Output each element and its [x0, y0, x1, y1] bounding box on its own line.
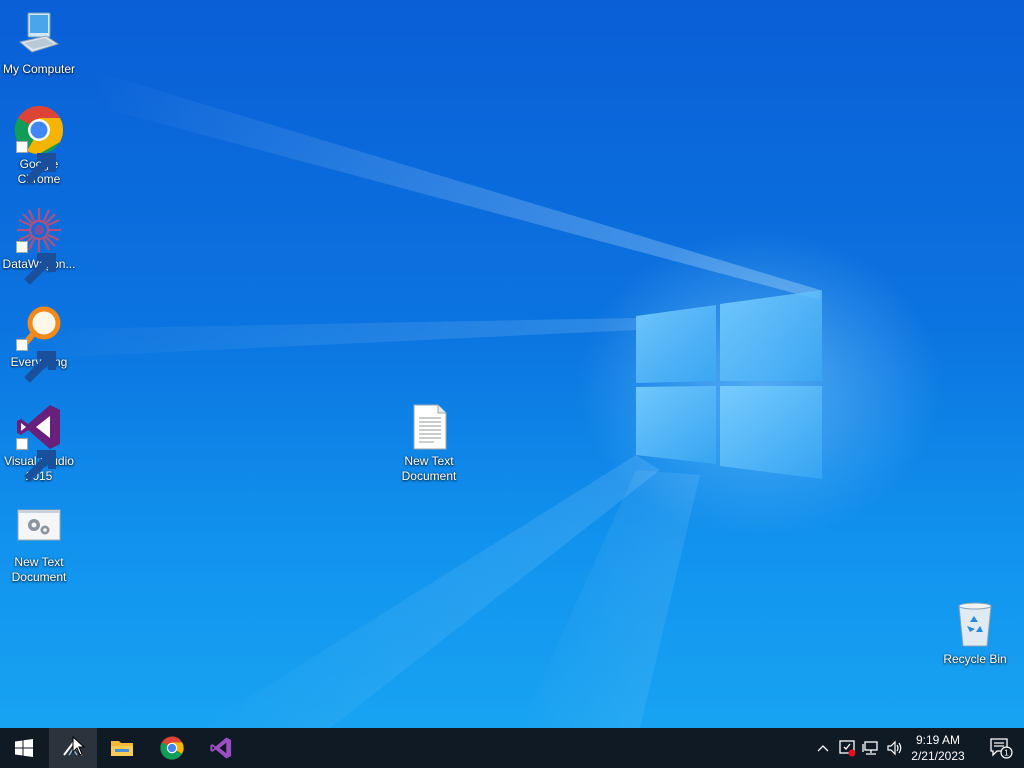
notification-icon: 1 [990, 738, 1013, 759]
mouse-cursor-icon [72, 736, 86, 756]
network-icon [862, 741, 878, 755]
desktop-icon-everything[interactable]: Everything [0, 303, 78, 383]
action-center-button[interactable]: 1 [978, 728, 1024, 768]
visual-studio-icon [14, 402, 64, 482]
everything-search-icon [14, 303, 64, 383]
desktop[interactable]: My Computer Google Chrome DataWagon... E… [0, 0, 1024, 728]
desktop-icon-new-text-document-2[interactable]: New Text Document [390, 402, 468, 484]
settings-file-icon [14, 503, 64, 553]
desktop-icon-label: New Text Document [11, 555, 67, 584]
desktop-icon-my-computer[interactable]: My Computer [0, 10, 78, 77]
notification-count: 1 [1004, 749, 1009, 758]
tray-volume[interactable] [885, 738, 905, 758]
desktop-icon-google-chrome[interactable]: Google Chrome [0, 105, 78, 187]
chrome-icon [14, 105, 64, 185]
desktop-icon-label: Recycle Bin [943, 652, 1007, 666]
shortcut-arrow-icon [16, 438, 56, 482]
text-document-icon [404, 402, 454, 452]
start-button[interactable] [0, 728, 48, 768]
desktop-icon-label: New Text Document [401, 454, 457, 483]
shortcut-arrow-icon [16, 141, 56, 185]
chrome-icon [160, 736, 184, 760]
shortcut-arrow-icon [16, 339, 56, 383]
folder-icon [111, 741, 133, 756]
wallpaper-windows-logo [0, 70, 822, 728]
taskbar-file-explorer[interactable] [98, 728, 146, 768]
computer-icon [14, 10, 64, 60]
tray-network[interactable] [861, 738, 881, 758]
recycle-bin-icon [950, 600, 1000, 650]
shortcut-arrow-icon [16, 241, 56, 285]
taskbar-google-chrome[interactable] [148, 728, 196, 768]
visual-studio-icon [210, 737, 232, 759]
clock-time: 9:19 AM [915, 733, 961, 747]
desktop-icon-recycle-bin[interactable]: Recycle Bin [936, 600, 1014, 667]
windows-start-icon [15, 739, 33, 757]
desktop-icon-new-text-document-1[interactable]: New Text Document [0, 503, 78, 585]
clock-date: 2/21/2023 [911, 749, 965, 763]
security-alert-icon [839, 740, 856, 757]
volume-icon [887, 740, 902, 756]
desktop-icon-label: My Computer [2, 62, 76, 76]
tray-security-status[interactable] [837, 738, 857, 758]
taskbar-visual-studio[interactable] [197, 728, 245, 768]
desktop-icon-datawagon[interactable]: DataWagon... [0, 205, 78, 285]
taskbar: 9:19 AM 2/21/2023 1 [0, 728, 1024, 768]
chevron-up-icon [817, 745, 829, 752]
desktop-icon-visual-studio-2015[interactable]: Visual Studio 2015 [0, 402, 78, 484]
datawagon-icon [14, 205, 64, 285]
show-hidden-icons-button[interactable] [813, 738, 833, 758]
tray-clock[interactable]: 9:19 AM 2/21/2023 [905, 728, 971, 768]
